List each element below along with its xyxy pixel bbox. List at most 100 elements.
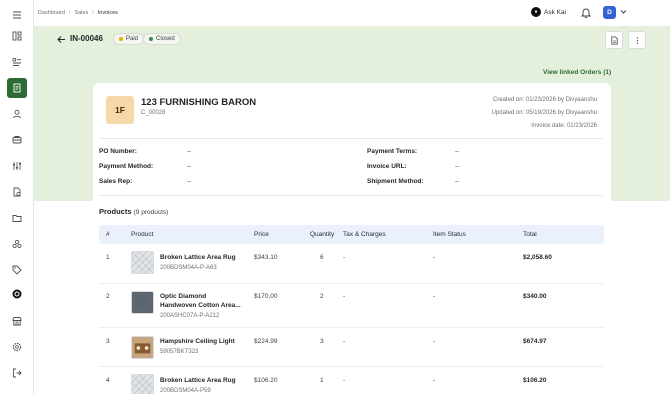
product-tax: - [343,377,346,384]
po-number-value: -- [187,148,192,155]
row-number: 3 [106,338,110,345]
status-badge-closed: Closed [143,33,181,45]
sales-rep-value: -- [187,178,192,185]
product-total: $2,058.60 [523,254,552,261]
breadcrumb-item-dashboard[interactable]: Dashboard [38,10,65,16]
user-icon[interactable] [7,104,27,124]
pdf-icon [610,35,618,45]
sales-rep-label: Sales Rep: [99,178,133,185]
bell-icon[interactable] [580,7,592,19]
product-price: $170.00 [254,293,278,300]
invoice-url-label: Invoice URL: [367,163,407,170]
status-badge-label: Closed [156,36,175,42]
status-badge-paid: Paid [113,33,145,45]
product-name[interactable]: Hampshire Ceiling Light [160,338,235,345]
column-header-number: # [106,231,110,238]
row-divider [99,283,604,284]
product-thumbnail[interactable] [131,336,154,359]
product-name[interactable]: Broken Lattice Area Rug [160,254,236,261]
row-divider [99,366,604,367]
column-header-total[interactable]: Total [523,231,537,238]
product-quantity: 2 [320,293,324,300]
kai-logo-icon: ● [531,7,541,17]
customer-code: C_00028 [141,110,166,116]
product-status: - [433,377,436,384]
breadcrumb-item-sales[interactable]: Sales [74,10,88,16]
product-price: $224.99 [254,338,278,345]
status-dot [119,37,123,41]
product-sku: 59057BKT323 [160,349,199,355]
store-icon[interactable] [7,311,27,331]
shipment-method-label: Shipment Method: [367,178,424,185]
folder-icon[interactable] [7,208,27,228]
product-status: - [433,293,436,300]
status-badge-label: Paid [126,36,139,42]
orders-icon[interactable] [7,130,27,150]
product-quantity: 3 [320,338,324,345]
product-total: $106.20 [523,377,547,384]
product-total: $340.00 [523,293,547,300]
ask-kai-button[interactable]: ● Ask Kai [531,7,566,17]
column-header-product[interactable]: Product [131,231,153,238]
top-bar: Dashboard / Sales / Invoices [34,0,670,26]
breadcrumb-separator: / [68,10,71,16]
back-arrow-icon[interactable] [57,35,66,44]
download-pdf-button[interactable] [605,31,623,49]
column-header-price[interactable]: Price [254,231,269,238]
breadcrumb-item-invoices: Invoices [97,10,118,16]
chevron-down-icon[interactable] [620,8,627,15]
product-tax: - [343,293,346,300]
file-dollar-icon[interactable] [7,182,27,202]
product-price: $343.10 [254,254,278,261]
invoice-id: IN-00046 [70,34,103,43]
product-status: - [433,254,436,261]
more-vertical-icon [636,36,638,44]
tag-icon[interactable] [7,260,27,280]
view-linked-orders-link[interactable]: View linked Orders (1) [543,69,611,76]
row-number: 4 [106,377,110,384]
dashboard-icon[interactable] [7,26,27,46]
logout-icon[interactable] [7,363,27,383]
shapes-icon[interactable] [7,234,27,254]
payment-method-label: Payment Method: [99,163,154,170]
product-price: $106.20 [254,377,278,384]
customer-name[interactable]: 123 FURNISHING BARON [141,97,256,108]
payment-terms-value: -- [455,148,460,155]
breadcrumb: Dashboard / Sales / Invoices [38,10,118,16]
product-thumbnail[interactable] [131,374,154,394]
payment-method-value: -- [187,163,192,170]
row-number: 1 [106,254,110,261]
menu-icon[interactable] [7,5,27,25]
sliders-icon[interactable] [7,156,27,176]
settings-icon[interactable] [7,337,27,357]
avatar[interactable]: D [603,6,616,19]
product-sku: 200BDSM04A-P59 [160,388,211,394]
invoice-icon[interactable] [7,78,27,98]
breadcrumb-separator: / [92,10,94,16]
product-sku: 200ASHC07A-P-A212 [160,313,220,319]
product-thumbnail[interactable] [131,251,154,274]
products-title-label: Products [99,207,132,216]
product-status: - [433,338,436,345]
divider [99,195,603,196]
column-header-item-status[interactable]: Item Status [433,231,466,238]
more-options-button[interactable] [628,31,646,49]
kai-icon[interactable] [7,284,27,304]
product-name[interactable]: Optic Diamond [160,293,206,300]
created-on: Created on: 01/23/2026 by Divyaanshu [492,97,597,103]
column-header-quantity[interactable]: Quantity [310,231,334,238]
po-number-label: PO Number: [99,148,137,155]
product-tax: - [343,254,346,261]
shipment-method-value: -- [455,178,460,185]
row-number: 2 [106,293,110,300]
list-icon[interactable] [7,52,27,72]
sidebar [0,0,34,394]
column-header-tax[interactable]: Tax & Charges [343,231,386,238]
product-tax: - [343,338,346,345]
product-name[interactable]: Broken Lattice Area Rug [160,377,236,384]
row-divider [99,327,604,328]
divider [99,138,603,139]
product-name-line2[interactable]: Handwoven Cotton Area... [160,302,241,309]
product-thumbnail[interactable] [131,291,154,314]
product-quantity: 6 [320,254,324,261]
